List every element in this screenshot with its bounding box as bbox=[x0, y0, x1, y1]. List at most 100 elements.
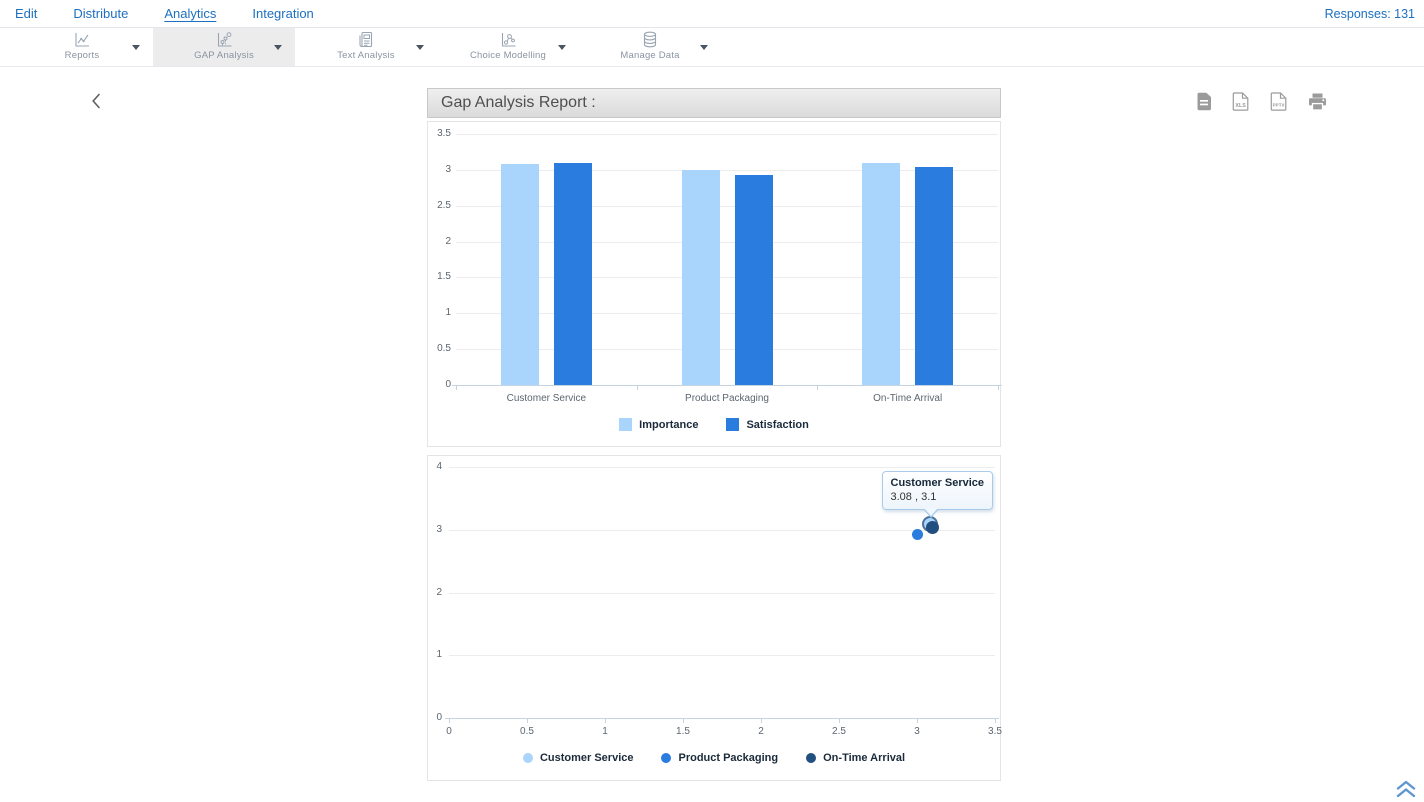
category-label: On-Time Arrival bbox=[817, 393, 998, 404]
bar-importance-customer-service[interactable] bbox=[501, 164, 539, 385]
legend-swatch bbox=[726, 418, 739, 431]
scroll-to-top-button[interactable] bbox=[1395, 779, 1417, 802]
y-axis-tick-label: 0 bbox=[429, 379, 451, 391]
x-axis-tick-label: 2.5 bbox=[824, 726, 854, 738]
line-chart-icon bbox=[72, 31, 92, 48]
toolbar-item-label: Text Analysis bbox=[337, 50, 395, 61]
legend-label: On-Time Arrival bbox=[823, 752, 905, 764]
nav-item-distribute[interactable]: Distribute bbox=[73, 6, 128, 21]
legend-label: Importance bbox=[639, 419, 698, 431]
toolbar-item-gap-analysis[interactable]: GAP Analysis bbox=[153, 28, 295, 66]
legend-dot bbox=[806, 753, 816, 763]
legend-item-importance[interactable]: Importance bbox=[619, 418, 698, 431]
legend-item-satisfaction[interactable]: Satisfaction bbox=[726, 418, 808, 431]
category-label: Customer Service bbox=[456, 393, 637, 404]
scatter-point-on-time-arrival[interactable] bbox=[926, 521, 939, 534]
export-xls-button[interactable]: XLS bbox=[1232, 92, 1250, 116]
chevron-down-icon[interactable] bbox=[416, 45, 424, 50]
y-axis-tick-label: 4 bbox=[428, 461, 442, 473]
x-axis-tick bbox=[998, 385, 999, 390]
report-title: Gap Analysis Report : bbox=[441, 94, 596, 112]
export-doc-button[interactable] bbox=[1196, 92, 1212, 116]
tooltip-title: Customer Service bbox=[891, 477, 985, 489]
x-axis-tick bbox=[995, 718, 996, 723]
bar-satisfaction-customer-service[interactable] bbox=[554, 163, 592, 385]
nav-item-analytics[interactable]: Analytics bbox=[164, 6, 216, 21]
chevron-down-icon[interactable] bbox=[558, 45, 566, 50]
print-icon bbox=[1308, 93, 1327, 116]
toolbar-item-label: GAP Analysis bbox=[194, 50, 254, 61]
back-button[interactable] bbox=[91, 93, 101, 114]
x-axis-tick bbox=[456, 385, 457, 390]
toolbar-item-text-analysis[interactable]: Text Analysis bbox=[295, 28, 437, 66]
gridline bbox=[449, 467, 995, 468]
chevron-left-icon bbox=[91, 96, 101, 113]
bar-satisfaction-on-time-arrival[interactable] bbox=[915, 167, 953, 385]
x-axis-tick-label: 3 bbox=[902, 726, 932, 738]
bar-importance-on-time-arrival[interactable] bbox=[862, 163, 900, 385]
x-axis-tick bbox=[683, 718, 684, 723]
report-title-bar: Gap Analysis Report : bbox=[427, 88, 1001, 118]
x-axis-tick-label: 1 bbox=[590, 726, 620, 738]
x-axis-tick bbox=[839, 718, 840, 723]
gap-scatter-chart-panel: 0123400.511.522.533.5Customer Service3.0… bbox=[427, 455, 1001, 781]
y-axis-tick-label: 0 bbox=[428, 712, 442, 724]
toolbar-item-manage-data[interactable]: Manage Data bbox=[579, 28, 721, 66]
x-axis-tick-label: 0.5 bbox=[512, 726, 542, 738]
x-axis-tick bbox=[527, 718, 528, 723]
bar-importance-product-packaging[interactable] bbox=[682, 170, 720, 385]
y-axis-tick-label: 1.5 bbox=[429, 271, 451, 283]
toolbar-item-reports[interactable]: Reports bbox=[11, 28, 153, 66]
y-axis-tick-label: 1 bbox=[429, 307, 451, 319]
pptx-file-icon: PPTX bbox=[1270, 92, 1288, 116]
database-icon bbox=[640, 31, 660, 48]
x-axis-tick bbox=[605, 718, 606, 723]
nav-item-edit[interactable]: Edit bbox=[15, 6, 37, 21]
text-doc-icon bbox=[356, 31, 376, 48]
doc-file-icon bbox=[1196, 92, 1212, 116]
gridline bbox=[449, 593, 995, 594]
legend-label: Satisfaction bbox=[746, 419, 808, 431]
y-axis-tick-label: 2 bbox=[428, 587, 442, 599]
tooltip-arrow bbox=[924, 508, 938, 516]
toolbar-item-label: Reports bbox=[65, 50, 100, 61]
bar-chart-legend: Importance Satisfaction bbox=[428, 418, 1000, 431]
legend-swatch bbox=[619, 418, 632, 431]
scatter-chart-icon bbox=[214, 31, 234, 48]
legend-label: Product Packaging bbox=[678, 752, 778, 764]
bubble-chart-icon bbox=[498, 31, 518, 48]
legend-dot bbox=[523, 753, 533, 763]
y-axis-tick-label: 3 bbox=[428, 524, 442, 536]
y-axis-tick-label: 0.5 bbox=[429, 343, 451, 355]
toolbar-item-label: Manage Data bbox=[620, 50, 679, 61]
x-axis-tick bbox=[637, 385, 638, 390]
x-axis-tick-label: 3.5 bbox=[980, 726, 1010, 738]
y-axis-tick-label: 1 bbox=[428, 649, 442, 661]
scatter-point-product-packaging[interactable] bbox=[912, 529, 923, 540]
legend-label: Customer Service bbox=[540, 752, 634, 764]
bar-satisfaction-product-packaging[interactable] bbox=[735, 175, 773, 385]
legend-item-customer-service[interactable]: Customer Service bbox=[523, 752, 634, 764]
toolbar-item-choice-modelling[interactable]: Choice Modelling bbox=[437, 28, 579, 66]
x-axis-line bbox=[452, 385, 1002, 386]
legend-item-product-packaging[interactable]: Product Packaging bbox=[661, 752, 778, 764]
nav-items: Edit Distribute Analytics Integration bbox=[0, 6, 314, 21]
y-axis-tick-label: 3 bbox=[429, 164, 451, 176]
x-axis-tick-label: 0 bbox=[434, 726, 464, 738]
chevron-down-icon[interactable] bbox=[700, 45, 708, 50]
x-axis-tick bbox=[917, 718, 918, 723]
tooltip: Customer Service3.08 , 3.1 bbox=[882, 471, 994, 510]
gap-bar-chart-panel: 00.511.522.533.5Customer ServiceProduct … bbox=[427, 121, 1001, 447]
scatter-chart-legend: Customer Service Product Packaging On-Time… bbox=[428, 752, 1000, 764]
responses-count[interactable]: Responses: 131 bbox=[1325, 7, 1424, 21]
legend-item-on-time-arrival[interactable]: On-Time Arrival bbox=[806, 752, 905, 764]
export-toolbar: XLS PPTX bbox=[1196, 92, 1327, 116]
chevron-down-icon[interactable] bbox=[274, 45, 282, 50]
x-axis-line bbox=[445, 718, 999, 719]
export-print-button[interactable] bbox=[1308, 93, 1327, 116]
chevron-down-icon[interactable] bbox=[132, 45, 140, 50]
x-axis-tick bbox=[761, 718, 762, 723]
nav-item-integration[interactable]: Integration bbox=[252, 6, 313, 21]
legend-dot bbox=[661, 753, 671, 763]
export-pptx-button[interactable]: PPTX bbox=[1270, 92, 1288, 116]
